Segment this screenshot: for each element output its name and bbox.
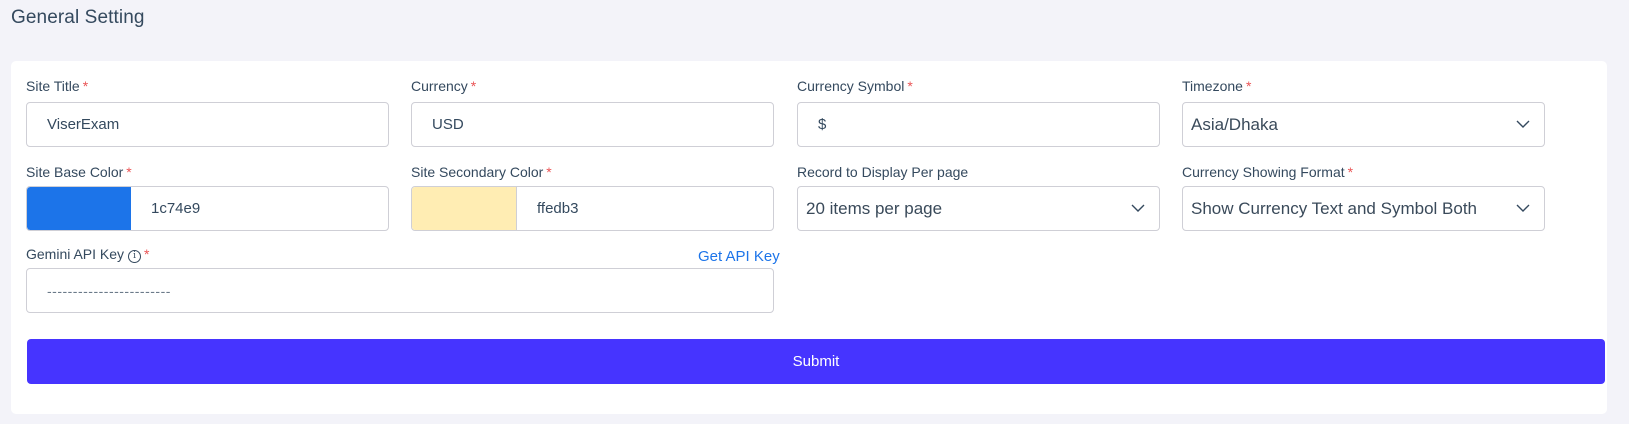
page-title: General Setting xyxy=(11,7,145,28)
chevron-down-icon xyxy=(1131,204,1145,212)
currency-input[interactable]: USD xyxy=(411,102,774,147)
gemini-api-key-input[interactable]: ------------------------ xyxy=(26,268,774,313)
submit-button[interactable]: Submit xyxy=(27,339,1605,384)
color-swatch[interactable] xyxy=(412,187,517,230)
chevron-down-icon xyxy=(1516,204,1530,212)
site-title-input[interactable]: ViserExam xyxy=(26,102,389,147)
currency-format-label: Currency Showing Format * xyxy=(1182,164,1354,180)
get-api-key-link[interactable]: Get API Key xyxy=(698,248,780,265)
site-title-label: Site Title * xyxy=(26,78,89,94)
timezone-select[interactable]: Asia/Dhaka xyxy=(1182,102,1545,147)
timezone-label: Timezone * xyxy=(1182,78,1252,94)
required-mark: * xyxy=(1347,164,1354,180)
currency-symbol-label: Currency Symbol * xyxy=(797,78,913,94)
info-icon[interactable]: i xyxy=(128,250,142,263)
site-base-color-label: Site Base Color * xyxy=(26,164,132,180)
currency-label: Currency * xyxy=(411,78,477,94)
site-title-value: ViserExam xyxy=(47,116,120,133)
color-swatch[interactable] xyxy=(27,187,131,230)
required-mark: * xyxy=(907,78,913,94)
records-per-page-label: Record to Display Per page xyxy=(797,164,969,180)
timezone-value: Asia/Dhaka xyxy=(1191,114,1278,134)
records-per-page-value: 20 items per page xyxy=(806,198,943,218)
site-secondary-color-label: Site Secondary Color * xyxy=(411,164,552,180)
site-base-color-input[interactable]: 1c74e9 xyxy=(26,186,389,231)
required-mark: * xyxy=(546,164,552,180)
required-mark: * xyxy=(144,246,150,262)
currency-symbol-input[interactable]: $ xyxy=(797,102,1160,147)
records-per-page-select[interactable]: 20 items per page xyxy=(797,186,1160,231)
gemini-api-key-value: ------------------------ xyxy=(47,282,171,299)
currency-format-value: Show Currency Text and Symbol Both xyxy=(1191,198,1477,218)
gemini-api-key-label: Gemini API Key i * xyxy=(26,246,150,263)
required-mark: * xyxy=(470,78,477,94)
currency-symbol-value: $ xyxy=(818,116,827,133)
required-mark: * xyxy=(82,78,89,94)
required-mark: * xyxy=(126,164,132,180)
chevron-down-icon xyxy=(1516,120,1530,128)
currency-format-select[interactable]: Show Currency Text and Symbol Both xyxy=(1182,186,1545,231)
site-secondary-color-input[interactable]: ffedb3 xyxy=(411,186,774,231)
site-secondary-color-value: ffedb3 xyxy=(537,200,579,217)
site-base-color-value: 1c74e9 xyxy=(151,200,201,217)
required-mark: * xyxy=(1245,78,1252,94)
currency-value: USD xyxy=(432,116,464,133)
